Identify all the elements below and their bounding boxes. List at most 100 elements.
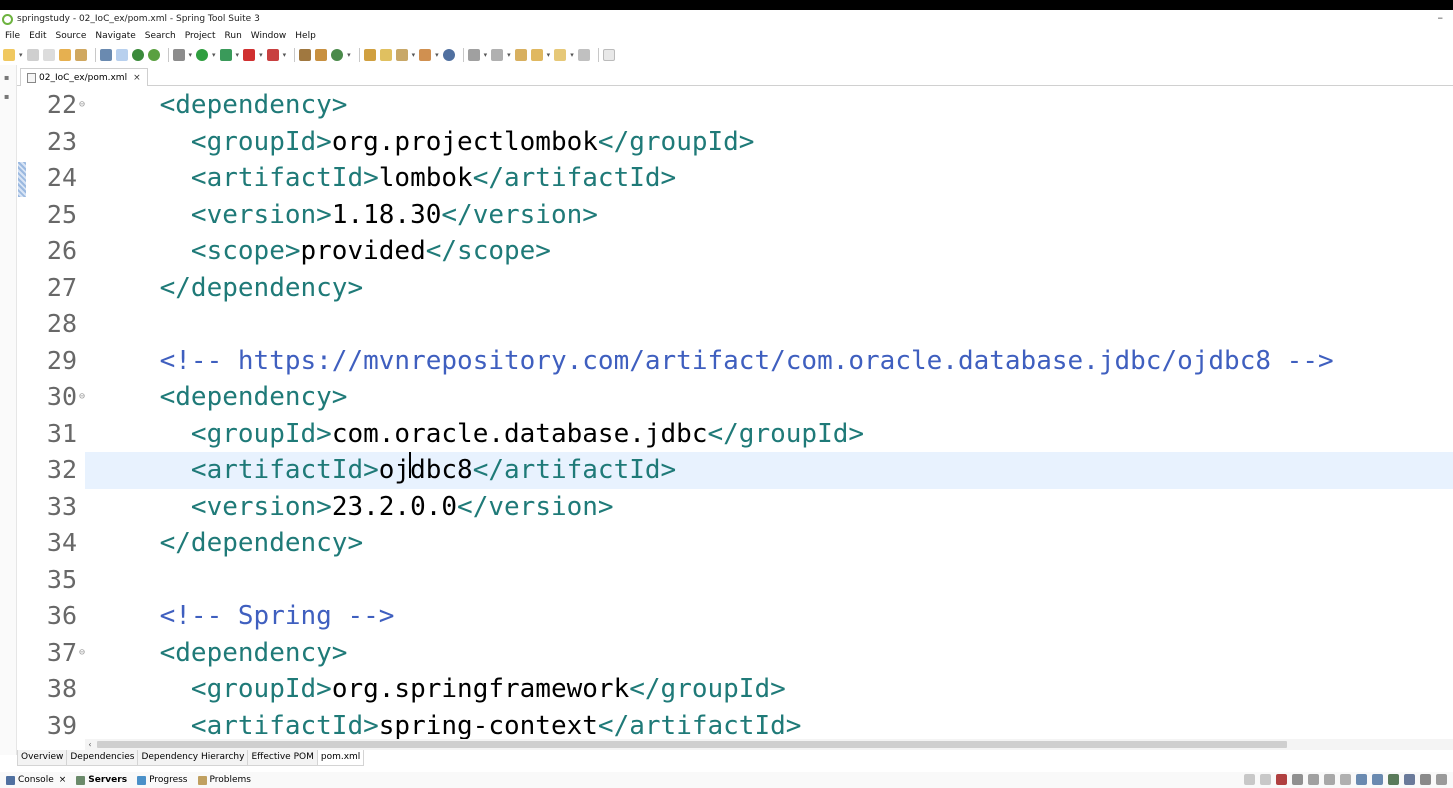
maximize-icon[interactable]	[1436, 774, 1447, 785]
run-dropdown-icon[interactable]: ▾	[212, 51, 216, 59]
search-tool-icon[interactable]	[395, 49, 408, 61]
tab-pom-xml[interactable]: pom.xml	[316, 750, 365, 766]
new-class-dropdown-icon[interactable]: ▾	[347, 51, 351, 59]
save-all-icon[interactable]	[42, 49, 55, 61]
restart-icon[interactable]	[1340, 774, 1351, 785]
save-icon[interactable]	[26, 49, 39, 61]
fold-toggle-icon[interactable]: ⊖	[77, 635, 97, 671]
menu-navigate[interactable]: Navigate	[95, 31, 135, 41]
debug-icon[interactable]	[172, 49, 185, 61]
code-line[interactable]: 26 <scope> provided </scope>	[17, 233, 1453, 270]
stop-icon[interactable]	[243, 49, 256, 61]
new-class-icon[interactable]	[331, 49, 344, 61]
menu-window[interactable]: Window	[251, 31, 287, 41]
next-annotation-dropdown-icon[interactable]: ▾	[484, 51, 488, 59]
view-tab-servers[interactable]: Servers	[76, 775, 127, 785]
previous-annotation-dropdown-icon[interactable]: ▾	[507, 51, 511, 59]
close-icon[interactable]: ×	[133, 73, 141, 83]
start-server-icon[interactable]	[1260, 774, 1271, 785]
open-task-icon[interactable]	[379, 49, 392, 61]
code-line[interactable]: 37 ⊖ <dependency>	[17, 635, 1453, 672]
code-line[interactable]: 23 <groupId> org.projectlombok </groupId>	[17, 124, 1453, 161]
stop-server-icon[interactable]	[1276, 774, 1287, 785]
code-line[interactable]: 38 <groupId> org.springframework </groupId…	[17, 671, 1453, 708]
previous-annotation-icon[interactable]	[491, 49, 504, 61]
publish-icon[interactable]	[1308, 774, 1319, 785]
scrollbar-thumb[interactable]	[97, 741, 1287, 748]
open-resource-icon[interactable]	[74, 49, 87, 61]
code-editor[interactable]: 22 ⊖ <dependency> 23 <groupId> org.projectl…	[17, 87, 1453, 739]
coverage-dropdown-icon[interactable]: ▾	[236, 51, 240, 59]
debug-server-icon[interactable]	[1244, 774, 1255, 785]
menu-run[interactable]: Run	[225, 31, 242, 41]
display-console-icon[interactable]	[1404, 774, 1415, 785]
annotation-icon[interactable]	[419, 49, 432, 61]
code-line[interactable]: 33 <version> 23.2.0.0 </version>	[17, 489, 1453, 526]
view-tab-progress[interactable]: Progress	[137, 775, 188, 785]
forward-dropdown-icon[interactable]: ▾	[570, 51, 574, 59]
stop-dropdown-icon[interactable]: ▾	[259, 51, 263, 59]
new-server-icon[interactable]	[1388, 774, 1399, 785]
close-icon[interactable]: ×	[59, 775, 67, 785]
new-icon[interactable]	[3, 49, 15, 61]
fold-toggle-icon[interactable]: ⊖	[77, 87, 97, 123]
new-dropdown-icon[interactable]: ▾	[19, 51, 23, 59]
code-line[interactable]: 22 ⊖ <dependency>	[17, 87, 1453, 124]
clean-icon[interactable]	[1324, 774, 1335, 785]
tab-effective-pom[interactable]: Effective POM	[247, 750, 318, 766]
next-annotation-icon[interactable]	[467, 49, 480, 61]
tab-overview[interactable]: Overview	[17, 750, 68, 766]
scroll-left-icon[interactable]: ‹	[85, 739, 95, 750]
view-tab-console[interactable]: Console ×	[6, 775, 66, 785]
search-dropdown-icon[interactable]: ▾	[412, 51, 416, 59]
tab-dependencies[interactable]: Dependencies	[66, 750, 139, 766]
pin-console-icon[interactable]	[1372, 774, 1383, 785]
view-menu-icon[interactable]	[1420, 774, 1431, 785]
code-line[interactable]: 36 <!-- Spring -->	[17, 598, 1453, 635]
horizontal-scrollbar[interactable]: ‹	[85, 739, 1453, 750]
run-icon[interactable]	[196, 49, 209, 61]
tab-dependency-hierarchy[interactable]: Dependency Hierarchy	[137, 750, 249, 766]
code-line[interactable]: 24 <artifactId> lombok </artifactId>	[17, 160, 1453, 197]
pin-editor-icon[interactable]	[577, 49, 590, 61]
code-line[interactable]: 39 <artifactId> spring-context </artifactI…	[17, 708, 1453, 739]
code-line[interactable]: 25 <version> 1.18.30 </version>	[17, 197, 1453, 234]
coverage-icon[interactable]	[219, 49, 232, 61]
code-line[interactable]: 27 </dependency>	[17, 270, 1453, 307]
code-line[interactable]: 34 </dependency>	[17, 525, 1453, 562]
new-package-icon[interactable]	[315, 49, 328, 61]
code-line[interactable]: 35	[17, 562, 1453, 599]
external-tools-icon[interactable]	[266, 49, 279, 61]
fold-toggle-icon[interactable]: ⊖	[77, 379, 97, 415]
code-line[interactable]: 30 ⊖ <dependency>	[17, 379, 1453, 416]
disconnect-icon[interactable]	[1292, 774, 1303, 785]
back-icon[interactable]	[530, 49, 543, 61]
open-folder-icon[interactable]	[363, 49, 376, 61]
current-code-line[interactable]: 32 <artifactId> oj dbc8 </artifactId>	[47, 452, 1453, 489]
menu-file[interactable]: File	[5, 31, 20, 41]
open-console-icon[interactable]	[1356, 774, 1367, 785]
debug-dropdown-icon[interactable]: ▾	[189, 51, 193, 59]
code-line[interactable]: 29 <!-- https://mvnrepository.com/artifa…	[17, 343, 1453, 380]
minimize-button[interactable]: –	[1438, 11, 1444, 24]
back-dropdown-icon[interactable]: ▾	[547, 51, 551, 59]
menu-project[interactable]: Project	[185, 31, 216, 41]
editor-tab-pom[interactable]: 02_IoC_ex/pom.xml ×	[20, 68, 148, 86]
menu-help[interactable]: Help	[295, 31, 316, 41]
web-browser-icon[interactable]	[442, 49, 455, 61]
toggle-mark-occurrences-icon[interactable]	[115, 49, 128, 61]
code-line[interactable]: 31 <groupId> com.oracle.database.jdbc </gr…	[17, 416, 1453, 453]
view-tab-problems[interactable]: Problems	[197, 775, 251, 785]
open-type-icon[interactable]	[58, 49, 71, 61]
menu-search[interactable]: Search	[145, 31, 176, 41]
menu-source[interactable]: Source	[56, 31, 87, 41]
refresh-icon[interactable]	[147, 49, 160, 61]
restore-icon[interactable]: ▪	[4, 73, 12, 82]
external-tools-dropdown-icon[interactable]: ▾	[283, 51, 287, 59]
annotation-dropdown-icon[interactable]: ▾	[435, 51, 439, 59]
menu-edit[interactable]: Edit	[29, 31, 46, 41]
boot-dashboard-icon[interactable]	[131, 49, 144, 61]
last-edit-location-icon[interactable]	[514, 49, 527, 61]
terminal-icon[interactable]	[99, 49, 112, 61]
new-java-project-icon[interactable]	[299, 49, 312, 61]
